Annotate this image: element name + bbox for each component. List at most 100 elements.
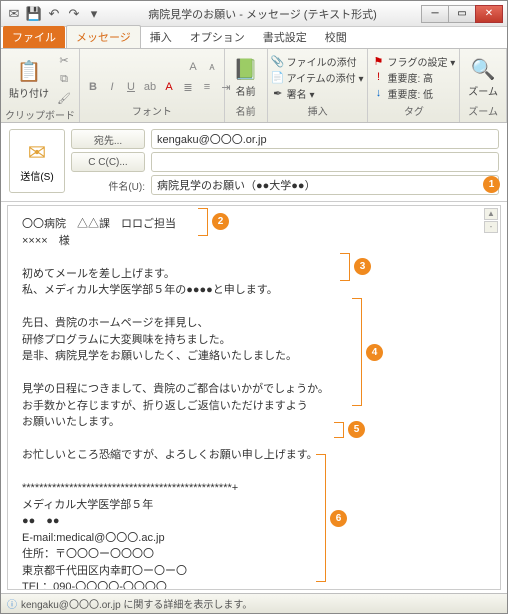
zoom-icon: 🔍	[470, 57, 496, 83]
ribbon-tabs: ファイル メッセージ 挿入 オプション 書式設定 校閲	[1, 27, 507, 49]
save-icon[interactable]: 💾	[25, 5, 43, 23]
body-line: 初めてメールを差し上げます。	[22, 266, 486, 283]
body-line: 是非、病院見学をお願いしたく、ご連絡いたしました。	[22, 348, 486, 365]
attach-item-button[interactable]: 📄アイテムの添付 ▾	[272, 70, 364, 85]
send-button[interactable]: ✉ 送信(S)	[9, 129, 65, 193]
redo-icon[interactable]: ↷	[65, 5, 83, 23]
subject-input[interactable]	[151, 175, 499, 195]
importance-low-button[interactable]: ↓重要度: 低	[372, 86, 455, 101]
group-label-names: 名前	[229, 103, 263, 120]
font-color-icon[interactable]: A	[160, 78, 178, 96]
tab-insert[interactable]: 挿入	[141, 26, 181, 48]
body-line: お手数かと存じますが、折り返しご返信いただけますよう	[22, 398, 486, 415]
body-line: 研修プログラムに大変興味を持ちました。	[22, 332, 486, 349]
tab-message[interactable]: メッセージ	[66, 25, 141, 48]
info-icon: ⓘ	[7, 596, 17, 611]
callout-5: 5	[348, 421, 365, 438]
sig-line: メディカル大学医学部５年	[22, 497, 486, 514]
callout-3: 3	[354, 258, 371, 275]
italic-icon[interactable]: I	[103, 78, 121, 96]
body-line: 見学の日程につきまして、貴院のご都合はいかがでしょうか。	[22, 381, 486, 398]
highlight-icon[interactable]: ab	[141, 78, 159, 96]
qat-more-icon[interactable]: ▾	[85, 5, 103, 23]
tab-file[interactable]: ファイル	[3, 26, 65, 48]
group-label-clipboard: クリップボード	[5, 107, 75, 124]
message-header: ✉ 送信(S) 宛先... C C(C)... 件名(U): 1	[1, 123, 507, 202]
paperclip-icon: 📎	[272, 55, 284, 67]
group-label-include: 挿入	[272, 103, 364, 120]
signature-icon: ✒	[272, 87, 284, 99]
app-icon: ✉	[5, 5, 23, 23]
undo-icon[interactable]: ↶	[45, 5, 63, 23]
flag-icon: ⚑	[372, 55, 384, 67]
cut-icon[interactable]: ✂	[55, 51, 73, 69]
body-line: 〇〇病院 △△課 ロロご担当	[22, 216, 486, 233]
window-title: 病院見学のお願い - メッセージ (テキスト形式)	[103, 6, 422, 22]
message-body[interactable]: ▲- 〇〇病院 △△課 ロロご担当 ×××× 様 初めてメールを差し上げます。 …	[7, 205, 501, 590]
sig-separator: ****************************************…	[22, 480, 486, 497]
to-button[interactable]: 宛先...	[71, 129, 145, 149]
font-family-select[interactable]	[84, 58, 154, 76]
statusbar: ⓘ kengaku@〇〇〇.or.jp に関する詳細を表示します。	[1, 593, 507, 613]
underline-icon[interactable]: U	[122, 78, 140, 96]
status-text: kengaku@〇〇〇.or.jp に関する詳細を表示します。	[21, 596, 252, 611]
tab-options[interactable]: オプション	[181, 26, 254, 48]
scroll-marker: -	[484, 221, 498, 233]
callout-1: 1	[483, 176, 500, 193]
paste-button[interactable]: 📋 貼り付け	[5, 57, 53, 102]
importance-low-icon: ↓	[372, 87, 384, 99]
minimize-button[interactable]: ─	[421, 5, 449, 23]
sig-line: TEL：090-〇〇〇〇-〇〇〇〇	[22, 579, 486, 590]
cc-input[interactable]	[151, 152, 499, 172]
group-label-font: フォント	[84, 103, 220, 120]
callout-6: 6	[330, 510, 347, 527]
attach-file-button[interactable]: 📎ファイルの添付	[272, 54, 364, 69]
font-size-select[interactable]	[155, 58, 183, 76]
zoom-button[interactable]: 🔍 ズーム	[464, 55, 502, 100]
body-line: お忙しいところ恐縮ですが、よろしくお願い申し上げます。	[22, 447, 486, 464]
titlebar: ✉ 💾 ↶ ↷ ▾ 病院見学のお願い - メッセージ (テキスト形式) ─ ▭ …	[1, 1, 507, 27]
attach-item-icon: 📄	[272, 71, 284, 83]
bracket-6	[316, 454, 326, 582]
group-label-zoom: ズーム	[464, 103, 502, 120]
signature-button[interactable]: ✒署名 ▾	[272, 86, 364, 101]
body-line: 先日、貴院のホームページを拝見し、	[22, 315, 486, 332]
bracket-5	[334, 422, 344, 438]
callout-4: 4	[366, 344, 383, 361]
importance-high-icon: !	[372, 71, 384, 83]
bold-icon[interactable]: B	[84, 78, 102, 96]
numbering-icon[interactable]: ≡	[198, 78, 216, 96]
to-input[interactable]	[151, 129, 499, 149]
body-line: 私、メディカル大学医学部５年の●●●●と申します。	[22, 282, 486, 299]
bracket-4	[352, 298, 362, 406]
tab-format[interactable]: 書式設定	[254, 26, 316, 48]
copy-icon[interactable]: ⧉	[55, 70, 73, 88]
names-button[interactable]: 📗 名前	[229, 55, 263, 100]
quick-access-toolbar: ✉ 💾 ↶ ↷ ▾	[5, 5, 103, 23]
sig-line: 住所：〒〇〇〇ー〇〇〇〇	[22, 546, 486, 563]
bracket-3	[340, 253, 350, 281]
close-button[interactable]: ✕	[475, 5, 503, 23]
group-label-tags: タグ	[372, 103, 455, 120]
tab-review[interactable]: 校閲	[316, 26, 356, 48]
paste-icon: 📋	[16, 59, 42, 85]
body-line: ×××× 様	[22, 233, 486, 250]
bracket-2	[198, 208, 208, 236]
subject-label: 件名(U):	[71, 178, 145, 193]
callout-2: 2	[212, 213, 229, 230]
importance-high-button[interactable]: !重要度: 高	[372, 70, 455, 85]
bullets-icon[interactable]: ≣	[179, 78, 197, 96]
send-icon: ✉	[28, 140, 46, 166]
ribbon: 📋 貼り付け ✂ ⧉ 🖌 クリップボード A ᴀ	[1, 49, 507, 123]
scroll-up-icon[interactable]: ▲	[484, 208, 498, 220]
grow-font-icon[interactable]: A	[184, 58, 202, 76]
flag-button[interactable]: ⚑フラグの設定 ▾	[372, 54, 455, 69]
address-book-icon: 📗	[233, 57, 259, 83]
maximize-button[interactable]: ▭	[448, 5, 476, 23]
cc-button[interactable]: C C(C)...	[71, 152, 145, 172]
format-painter-icon[interactable]: 🖌	[55, 89, 73, 107]
shrink-font-icon[interactable]: ᴀ	[203, 58, 221, 76]
sig-line: ●● ●●	[22, 513, 486, 530]
sig-line: E-mail:medical@〇〇〇.ac.jp	[22, 530, 486, 547]
sig-line: 東京都千代田区内幸町〇ー〇ー〇	[22, 563, 486, 580]
